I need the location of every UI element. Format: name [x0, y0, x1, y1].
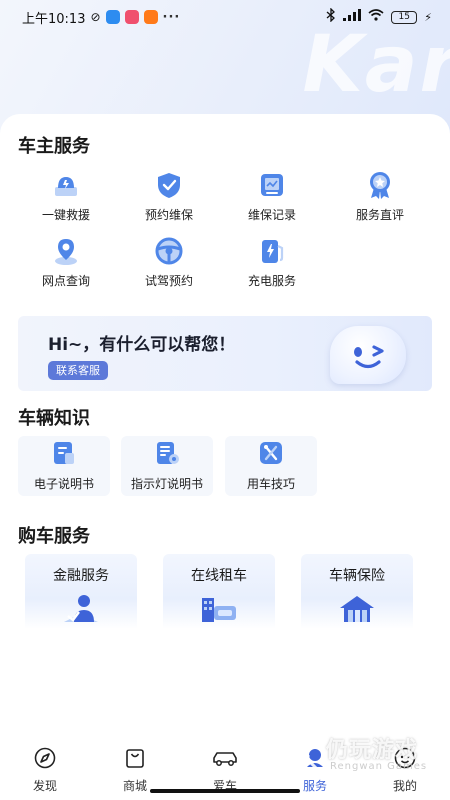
status-time: 上午10:13: [22, 11, 86, 27]
service-label: 网点查询: [41, 274, 90, 288]
charging-icon: [257, 236, 287, 266]
service-label: 服务直评: [355, 208, 404, 222]
car-icon: [211, 746, 239, 774]
service-label: 预约维保: [144, 208, 193, 222]
tab-label: 服务: [302, 779, 327, 793]
tab-my-car[interactable]: 爱车: [195, 746, 255, 794]
battery-indicator: 15: [391, 10, 418, 24]
knowledge-label: 用车技巧: [246, 477, 295, 491]
taobao-app-icon: [143, 10, 158, 24]
customer-service-banner[interactable]: Hi~，有什么可以帮您！ 联系客服: [18, 316, 432, 391]
home-indicator[interactable]: [150, 789, 300, 793]
knowledge-label: 电子说明书: [33, 477, 94, 491]
purchase-services-title: 购车服务: [18, 526, 90, 547]
purchase-label: 在线租车: [191, 568, 247, 584]
tab-label: 商城: [122, 779, 147, 793]
bluetooth-icon: [326, 7, 336, 26]
messenger-app-icon: [105, 10, 120, 24]
service-test-drive[interactable]: 试驾预约: [119, 236, 219, 289]
shopping-bag-icon: [123, 746, 147, 774]
rental-icon: [194, 592, 244, 630]
purchase-vehicle-insurance[interactable]: 车辆保险: [301, 554, 413, 629]
knowledge-label: 指示灯说明书: [130, 477, 203, 491]
tools-icon: [258, 440, 284, 470]
more-notifications-icon: ···: [162, 9, 181, 25]
purchase-online-rental[interactable]: 在线租车: [163, 554, 275, 629]
service-maintenance-booking[interactable]: 预约维保: [119, 170, 219, 223]
tab-mine[interactable]: 我的: [375, 746, 435, 794]
owner-services-title: 车主服务: [18, 136, 90, 157]
tab-services[interactable]: 服务: [285, 746, 345, 794]
profile-icon: [393, 746, 417, 774]
service-label: 充电服务: [247, 274, 296, 288]
service-direct-review[interactable]: 服务直评: [330, 170, 430, 223]
shopping-app-icon: [124, 10, 139, 24]
service-outlet-search[interactable]: 网点查询: [16, 236, 116, 289]
knowledge-driving-tips[interactable]: 用车技巧: [225, 436, 317, 496]
indicator-manual-icon: [154, 440, 180, 470]
vehicle-knowledge-title: 车辆知识: [18, 408, 90, 429]
charging-bolt-icon: ⚡: [424, 10, 432, 24]
purchase-label: 金融服务: [53, 568, 109, 584]
service-charging[interactable]: 充电服务: [222, 236, 322, 289]
contact-service-button[interactable]: 联系客服: [48, 361, 108, 380]
help-greeting: Hi~，有什么可以帮您！: [48, 335, 236, 355]
tab-mall[interactable]: 商城: [105, 746, 165, 794]
service-label: 一键救援: [41, 208, 90, 222]
manual-icon: [51, 440, 77, 470]
knowledge-indicator-manual[interactable]: 指示灯说明书: [121, 436, 213, 496]
compass-icon: [33, 746, 57, 774]
service-icon: [303, 746, 327, 774]
insurance-icon: [334, 592, 380, 630]
tab-discover[interactable]: 发现: [15, 746, 75, 794]
tab-label: 发现: [32, 779, 57, 793]
service-label: 维保记录: [247, 208, 296, 222]
tab-label: 我的: [392, 779, 417, 793]
record-icon: [257, 170, 287, 200]
rescue-icon: [51, 170, 81, 200]
status-bar: 上午10:13 ⊘ ··· 15 ⚡: [0, 0, 450, 34]
finance-icon: [58, 592, 104, 630]
medal-icon: [365, 170, 395, 200]
wifi-icon: [368, 9, 384, 25]
knowledge-electronic-manual[interactable]: 电子说明书: [18, 436, 110, 496]
signal-icon: [343, 9, 362, 25]
shield-check-icon: [154, 170, 184, 200]
purchase-label: 车辆保险: [329, 568, 385, 584]
location-icon: [51, 236, 81, 266]
service-maintenance-records[interactable]: 维保记录: [222, 170, 322, 223]
service-rescue[interactable]: 一键救援: [16, 170, 116, 223]
chat-bubble-mascot-icon: [330, 326, 406, 384]
purchase-finance[interactable]: 金融服务: [25, 554, 137, 629]
service-label: 试驾预约: [144, 274, 193, 288]
steering-wheel-icon: [154, 236, 184, 266]
services-card: 车主服务 一键救援 预约维保 维保记录 服务直评 网点查询 试驾预约 充电服务 …: [0, 114, 450, 734]
mute-icon: ⊘: [90, 10, 101, 24]
